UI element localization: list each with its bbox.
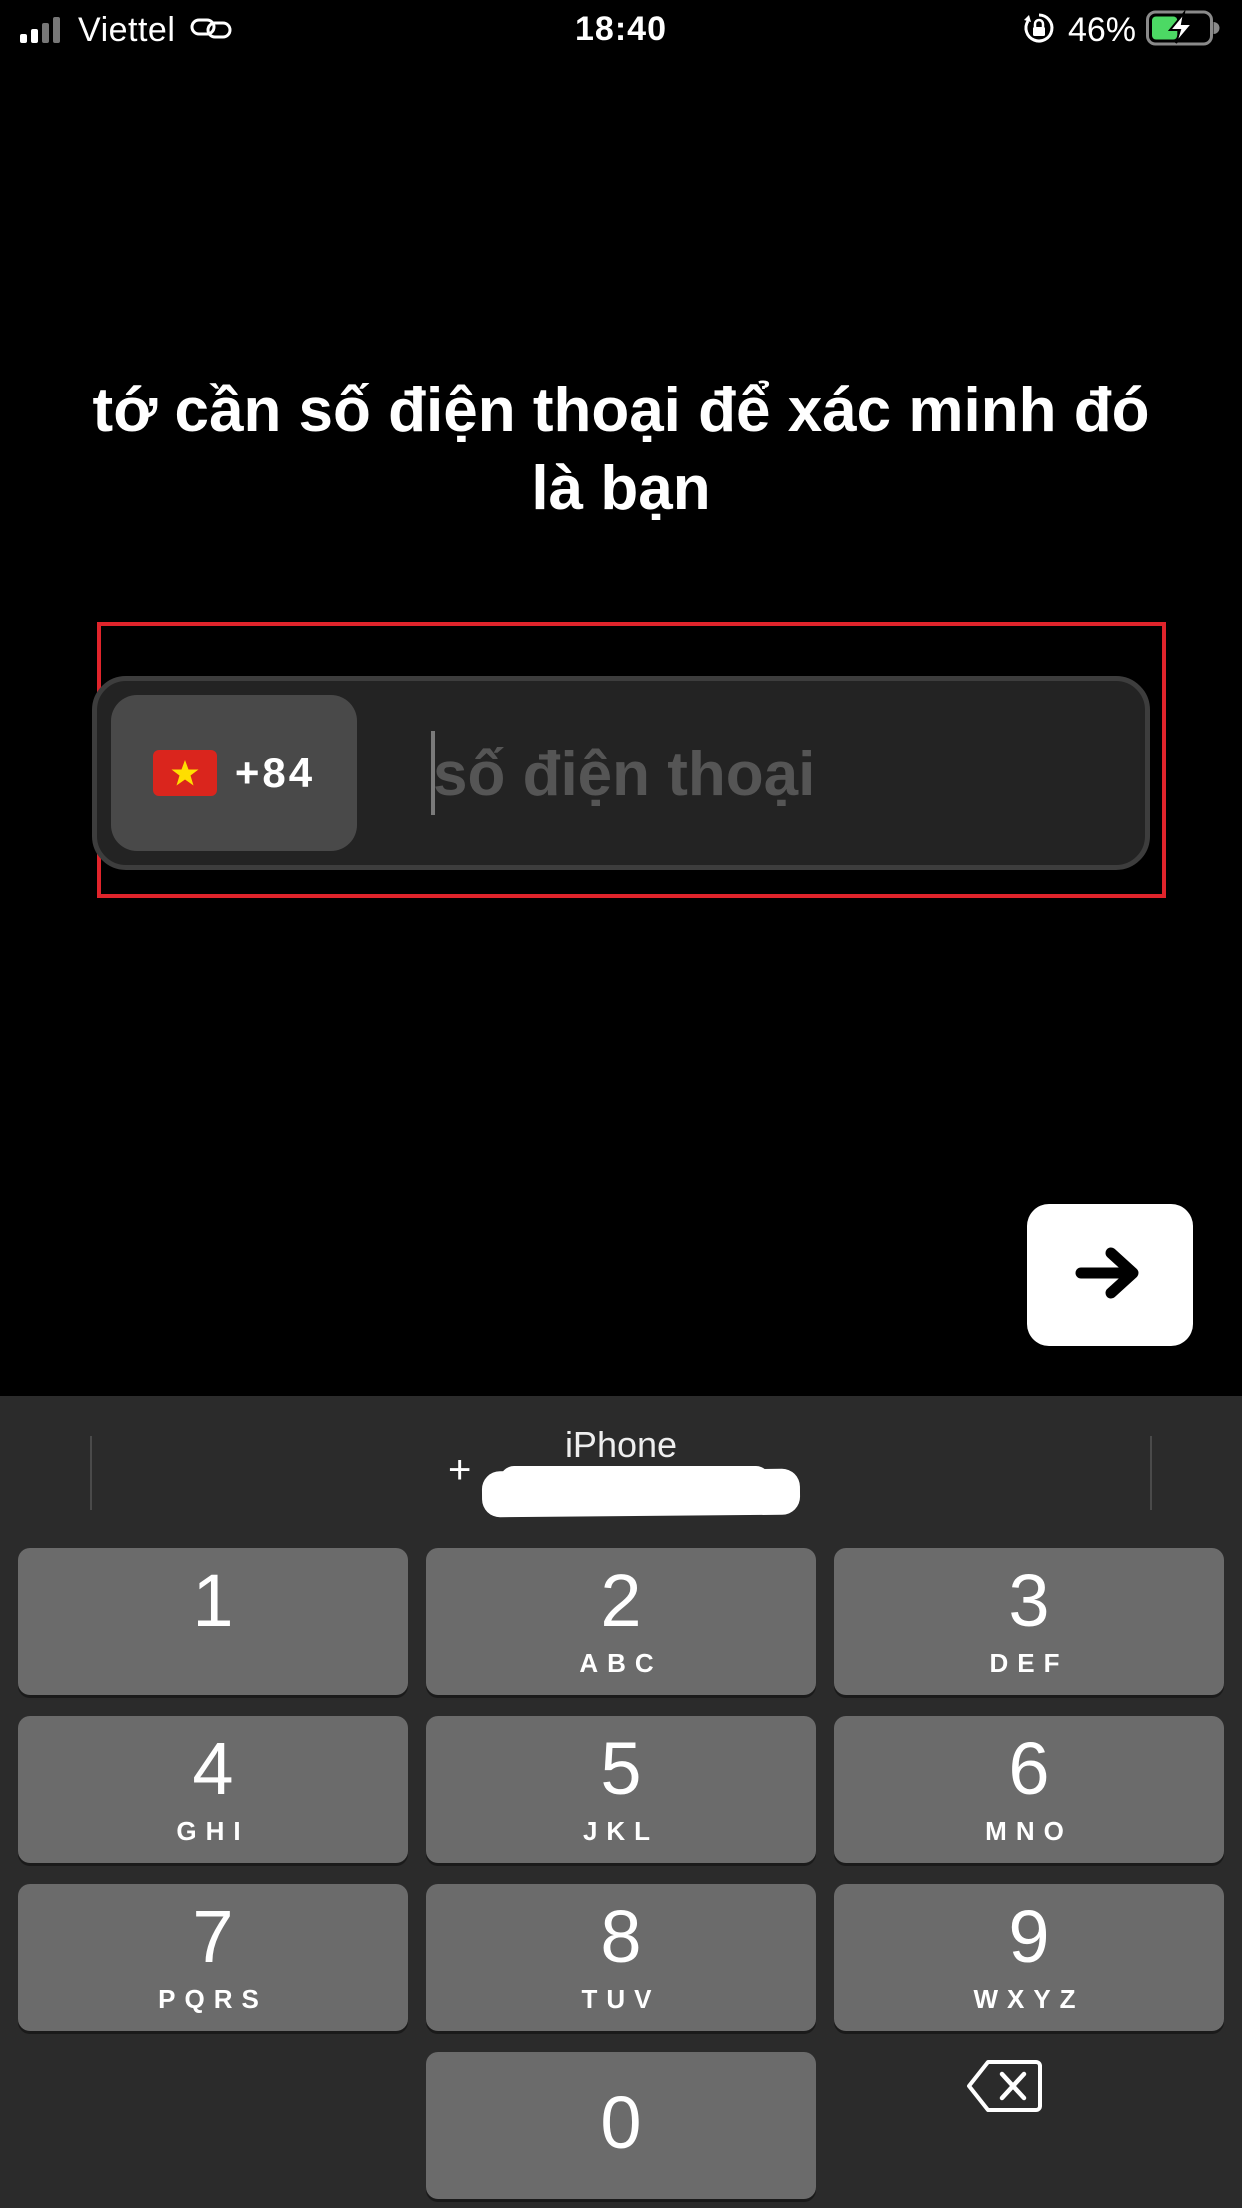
key-1[interactable]: 1 — [18, 1548, 408, 1695]
next-button[interactable] — [1027, 1204, 1193, 1346]
phone-number-input[interactable] — [431, 711, 1115, 837]
dial-code: +84 — [234, 749, 316, 796]
key-5[interactable]: 5 JKL — [426, 1716, 816, 1863]
suggestion-number-prefix: + — [448, 1448, 472, 1492]
phone-number-field: +84 — [92, 676, 1150, 870]
autofill-suggestion[interactable]: iPhone — [0, 1424, 1242, 1466]
vietnam-flag-icon — [152, 750, 217, 796]
key-0[interactable]: 0 — [426, 2052, 816, 2199]
battery-icon — [1146, 8, 1220, 51]
orientation-lock-icon — [1022, 11, 1056, 50]
backspace-icon — [966, 2060, 1042, 2118]
redacted-phone-number-overlay — [500, 1466, 770, 1494]
backspace-key[interactable] — [966, 2058, 1042, 2119]
key-6[interactable]: 6 MNO — [834, 1716, 1224, 1863]
status-bar: Viettel 18:40 46% — [0, 0, 1242, 62]
country-code-button[interactable]: +84 — [111, 695, 357, 851]
key-7[interactable]: 7 PQRS — [18, 1884, 408, 2031]
key-2[interactable]: 2 ABC — [426, 1548, 816, 1695]
key-4[interactable]: 4 GHI — [18, 1716, 408, 1863]
key-3[interactable]: 3 DEF — [834, 1548, 1224, 1695]
suggestion-device-name: iPhone — [564, 1424, 678, 1465]
status-right: 46% — [1022, 8, 1220, 51]
key-8[interactable]: 8 TUV — [426, 1884, 816, 2031]
key-9[interactable]: 9 WXYZ — [834, 1884, 1224, 2031]
battery-percent: 46% — [1067, 10, 1136, 49]
arrow-right-icon — [1075, 1243, 1145, 1308]
page-title: tớ cần số điện thoại để xác minh đó là b… — [92, 376, 1150, 523]
